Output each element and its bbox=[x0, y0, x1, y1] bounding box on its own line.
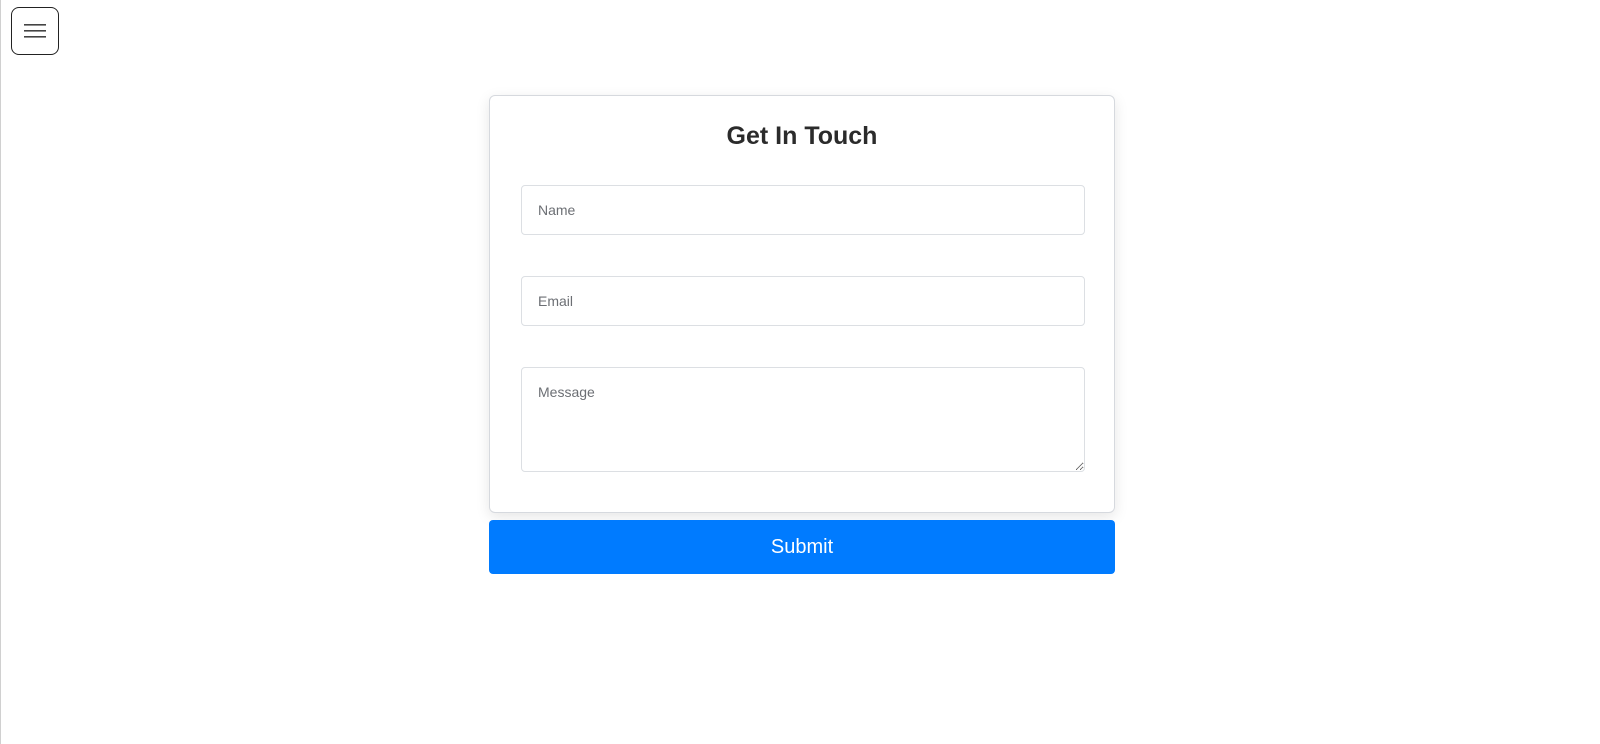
contact-card: Get In Touch bbox=[489, 95, 1115, 513]
email-input[interactable] bbox=[521, 276, 1085, 326]
hamburger-icon bbox=[24, 24, 46, 38]
page: Get In Touch Submit bbox=[0, 0, 1600, 744]
form-title: Get In Touch bbox=[726, 122, 878, 150]
menu-toggle-button[interactable] bbox=[11, 7, 59, 55]
name-input[interactable] bbox=[521, 185, 1085, 235]
submit-button[interactable]: Submit bbox=[489, 520, 1115, 574]
message-textarea[interactable] bbox=[521, 367, 1085, 472]
